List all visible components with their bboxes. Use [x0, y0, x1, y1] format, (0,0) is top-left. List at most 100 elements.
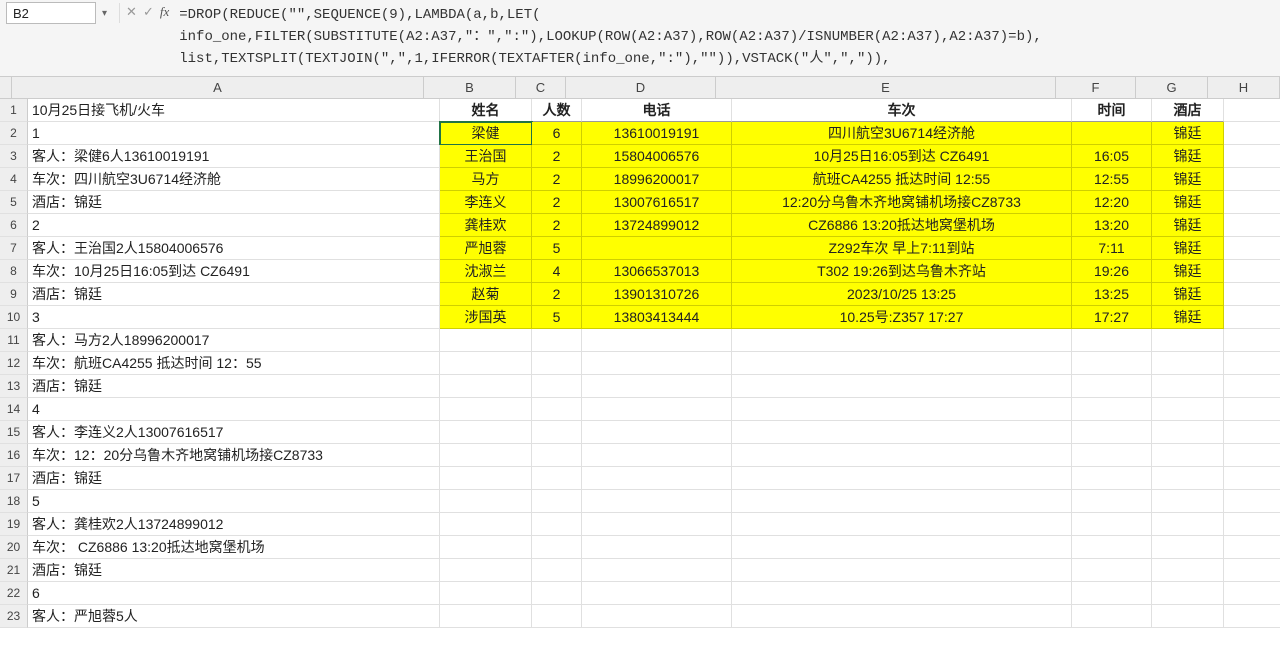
- cell-A6[interactable]: 2: [28, 214, 440, 237]
- cell-G14[interactable]: [1152, 398, 1224, 421]
- cell-D18[interactable]: [582, 490, 732, 513]
- cell-A11[interactable]: 客人：马方2人18996200017: [28, 329, 440, 352]
- cell-C2[interactable]: 6: [532, 122, 582, 145]
- cell-A18[interactable]: 5: [28, 490, 440, 513]
- formula-input[interactable]: =DROP(REDUCE("",SEQUENCE(9),LAMBDA(a,b,L…: [169, 0, 1280, 76]
- cell-E13[interactable]: [732, 375, 1072, 398]
- cell-E10[interactable]: 10.25号:Z357 17:27: [732, 306, 1072, 329]
- cell-B5[interactable]: 李连义: [440, 191, 532, 214]
- cell-E2[interactable]: 四川航空3U6714经济舱: [732, 122, 1072, 145]
- row-header-16[interactable]: 16: [0, 444, 28, 467]
- cell-D10[interactable]: 13803413444: [582, 306, 732, 329]
- cell-D11[interactable]: [582, 329, 732, 352]
- cell-B7[interactable]: 严旭蓉: [440, 237, 532, 260]
- cell-H4[interactable]: [1224, 168, 1280, 191]
- cell-F1[interactable]: 时间: [1072, 99, 1152, 122]
- cell-E1[interactable]: 车次: [732, 99, 1072, 122]
- row-header-22[interactable]: 22: [0, 582, 28, 605]
- cell-E15[interactable]: [732, 421, 1072, 444]
- cell-C12[interactable]: [532, 352, 582, 375]
- cell-C11[interactable]: [532, 329, 582, 352]
- cell-F13[interactable]: [1072, 375, 1152, 398]
- cell-G10[interactable]: 锦廷: [1152, 306, 1224, 329]
- cell-A19[interactable]: 客人：龚桂欢2人13724899012: [28, 513, 440, 536]
- cell-H22[interactable]: [1224, 582, 1280, 605]
- cell-A17[interactable]: 酒店：锦廷: [28, 467, 440, 490]
- cell-G16[interactable]: [1152, 444, 1224, 467]
- cell-H14[interactable]: [1224, 398, 1280, 421]
- cell-B2[interactable]: 梁健: [440, 122, 532, 145]
- select-all-corner[interactable]: [0, 77, 12, 99]
- cell-F12[interactable]: [1072, 352, 1152, 375]
- cell-C19[interactable]: [532, 513, 582, 536]
- cell-A7[interactable]: 客人：王治国2人15804006576: [28, 237, 440, 260]
- cell-E8[interactable]: T302 19:26到达乌鲁木齐站: [732, 260, 1072, 283]
- cell-H19[interactable]: [1224, 513, 1280, 536]
- cell-B4[interactable]: 马方: [440, 168, 532, 191]
- cell-A3[interactable]: 客人：梁健6人13610019191: [28, 145, 440, 168]
- cell-C13[interactable]: [532, 375, 582, 398]
- cell-G6[interactable]: 锦廷: [1152, 214, 1224, 237]
- cell-F6[interactable]: 13:20: [1072, 214, 1152, 237]
- cell-D3[interactable]: 15804006576: [582, 145, 732, 168]
- cell-F14[interactable]: [1072, 398, 1152, 421]
- cell-A4[interactable]: 车次：四川航空3U6714经济舱: [28, 168, 440, 191]
- cell-D22[interactable]: [582, 582, 732, 605]
- col-header-A[interactable]: A: [12, 77, 424, 99]
- cell-B8[interactable]: 沈淑兰: [440, 260, 532, 283]
- cell-C17[interactable]: [532, 467, 582, 490]
- cell-D13[interactable]: [582, 375, 732, 398]
- cell-F9[interactable]: 13:25: [1072, 283, 1152, 306]
- cell-C4[interactable]: 2: [532, 168, 582, 191]
- cell-H9[interactable]: [1224, 283, 1280, 306]
- cell-E17[interactable]: [732, 467, 1072, 490]
- cell-D7[interactable]: [582, 237, 732, 260]
- cell-E7[interactable]: Z292车次 早上7:11到站: [732, 237, 1072, 260]
- cell-F8[interactable]: 19:26: [1072, 260, 1152, 283]
- cell-G2[interactable]: 锦廷: [1152, 122, 1224, 145]
- cell-H13[interactable]: [1224, 375, 1280, 398]
- cell-D8[interactable]: 13066537013: [582, 260, 732, 283]
- cell-A23[interactable]: 客人：严旭蓉5人: [28, 605, 440, 628]
- cell-A1[interactable]: 10月25日接飞机/火车: [28, 99, 440, 122]
- cell-G15[interactable]: [1152, 421, 1224, 444]
- cell-H18[interactable]: [1224, 490, 1280, 513]
- cell-F18[interactable]: [1072, 490, 1152, 513]
- cell-H10[interactable]: [1224, 306, 1280, 329]
- cell-D5[interactable]: 13007616517: [582, 191, 732, 214]
- cell-C8[interactable]: 4: [532, 260, 582, 283]
- cell-G19[interactable]: [1152, 513, 1224, 536]
- cell-B22[interactable]: [440, 582, 532, 605]
- cell-D19[interactable]: [582, 513, 732, 536]
- cell-G22[interactable]: [1152, 582, 1224, 605]
- cell-C16[interactable]: [532, 444, 582, 467]
- row-header-9[interactable]: 9: [0, 283, 28, 306]
- cell-A12[interactable]: 车次：航班CA4255 抵达时间 12：55: [28, 352, 440, 375]
- cell-D16[interactable]: [582, 444, 732, 467]
- cell-A15[interactable]: 客人：李连义2人13007616517: [28, 421, 440, 444]
- cell-A5[interactable]: 酒店：锦廷: [28, 191, 440, 214]
- cell-B15[interactable]: [440, 421, 532, 444]
- cell-B23[interactable]: [440, 605, 532, 628]
- cell-G23[interactable]: [1152, 605, 1224, 628]
- row-header-20[interactable]: 20: [0, 536, 28, 559]
- cell-F22[interactable]: [1072, 582, 1152, 605]
- cell-E5[interactable]: 12:20分乌鲁木齐地窝铺机场接CZ8733: [732, 191, 1072, 214]
- cell-G13[interactable]: [1152, 375, 1224, 398]
- col-header-H[interactable]: H: [1208, 77, 1280, 99]
- col-header-E[interactable]: E: [716, 77, 1056, 99]
- row-header-3[interactable]: 3: [0, 145, 28, 168]
- cell-A8[interactable]: 车次：10月25日16:05到达 CZ6491: [28, 260, 440, 283]
- row-header-12[interactable]: 12: [0, 352, 28, 375]
- row-header-5[interactable]: 5: [0, 191, 28, 214]
- cell-F5[interactable]: 12:20: [1072, 191, 1152, 214]
- cell-C14[interactable]: [532, 398, 582, 421]
- cell-H7[interactable]: [1224, 237, 1280, 260]
- cell-G11[interactable]: [1152, 329, 1224, 352]
- cell-D23[interactable]: [582, 605, 732, 628]
- accept-formula-icon[interactable]: ✓: [143, 4, 154, 20]
- row-header-14[interactable]: 14: [0, 398, 28, 421]
- cell-D12[interactable]: [582, 352, 732, 375]
- cell-G5[interactable]: 锦廷: [1152, 191, 1224, 214]
- cell-H16[interactable]: [1224, 444, 1280, 467]
